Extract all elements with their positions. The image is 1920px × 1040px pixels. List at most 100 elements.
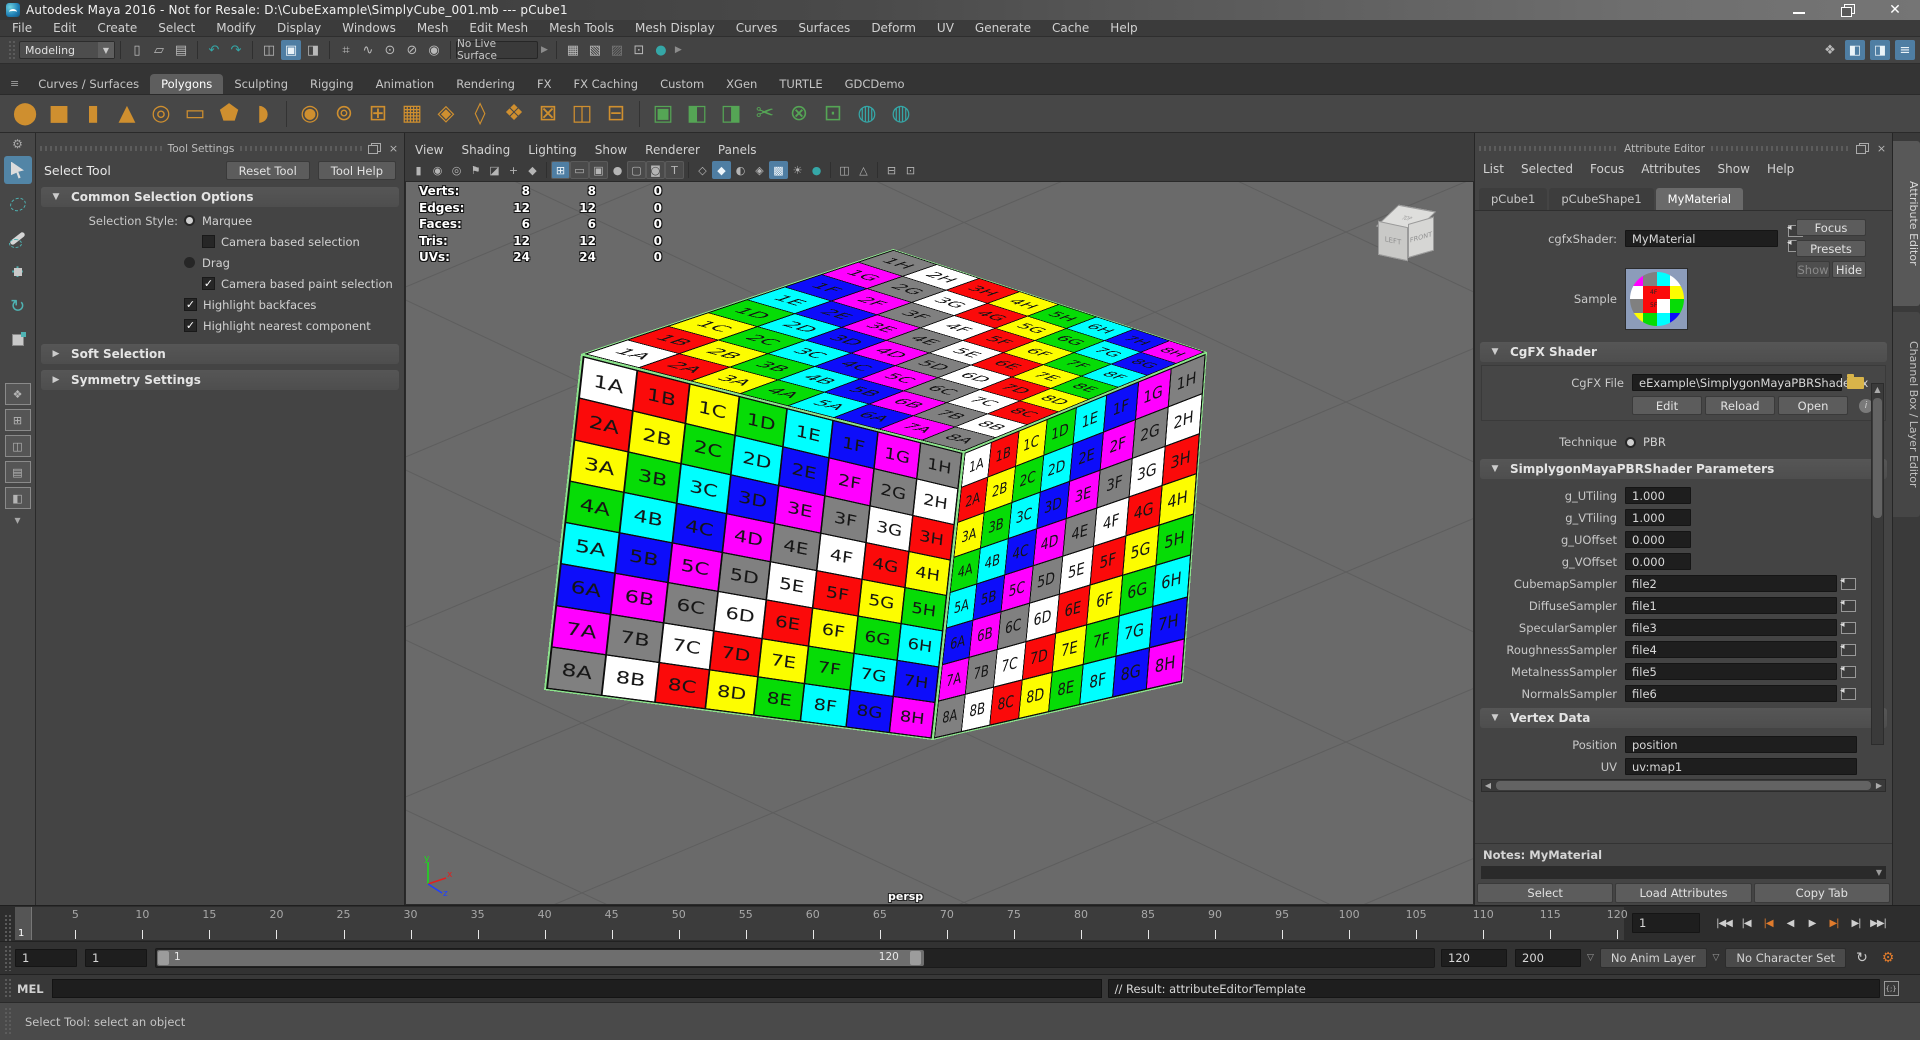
animation-start-field[interactable]: 1 bbox=[15, 949, 77, 967]
section-symmetry-settings[interactable]: ▶ Symmetry Settings bbox=[41, 370, 399, 390]
uv-field[interactable]: uv:map1 bbox=[1625, 758, 1857, 775]
shelf-tab-fx[interactable]: FX bbox=[526, 74, 563, 94]
tool-settings-toggle-icon[interactable]: ◨ bbox=[1870, 40, 1890, 60]
snap-point-icon[interactable]: ⊙ bbox=[380, 40, 400, 60]
ae-menu-item-focus[interactable]: Focus bbox=[1590, 162, 1624, 176]
hypershade-icon[interactable]: ▧ bbox=[585, 40, 605, 60]
menu-item-file[interactable]: File bbox=[12, 21, 32, 35]
ae-menu-item-attributes[interactable]: Attributes bbox=[1641, 162, 1700, 176]
new-scene-icon[interactable]: ▯ bbox=[127, 40, 147, 60]
shelf-tab-custom[interactable]: Custom bbox=[649, 74, 715, 94]
scrollbar-thumb[interactable] bbox=[1496, 781, 1871, 790]
step-forward-frame-button[interactable]: ▶| bbox=[1846, 914, 1866, 934]
poly-torus-icon[interactable]: ◎ bbox=[146, 99, 176, 129]
viewcube-front-face[interactable]: FRONT bbox=[1408, 217, 1434, 258]
marquee-radio[interactable] bbox=[184, 215, 195, 226]
diffusesampler-field[interactable]: file1 bbox=[1625, 597, 1837, 614]
viewport-menu-item-lighting[interactable]: Lighting bbox=[528, 143, 577, 157]
ipr-render-icon[interactable]: ▨ bbox=[607, 40, 627, 60]
layout-outliner-button[interactable]: ▤ bbox=[5, 461, 31, 483]
material-sample-swatch[interactable]: 4F 5F bbox=[1625, 268, 1688, 330]
combine-icon[interactable]: ▦ bbox=[397, 99, 427, 129]
range-grip[interactable] bbox=[4, 945, 11, 971]
shaded-wire-icon[interactable]: ◐ bbox=[731, 161, 750, 179]
ae-tab-mymaterial[interactable]: MyMaterial bbox=[1656, 188, 1743, 210]
maya-shelf-icon-1[interactable]: ◍ bbox=[852, 99, 882, 129]
g_vtiling-field[interactable]: 1.000 bbox=[1625, 509, 1691, 526]
shelf-tab-curves-surfaces[interactable]: Curves / Surfaces bbox=[27, 74, 150, 94]
mirror-icon[interactable]: ◫ bbox=[567, 99, 597, 129]
range-slider-track[interactable]: 1 120 bbox=[155, 948, 1435, 968]
cgfx-file-field[interactable]: eExample\SimplygonMayaPBRShader.fx bbox=[1632, 374, 1842, 391]
notes-field[interactable]: ▼ bbox=[1481, 866, 1886, 879]
reload-button[interactable]: Reload bbox=[1705, 396, 1775, 415]
shelf-tab-turtle[interactable]: TURTLE bbox=[768, 74, 833, 94]
save-scene-icon[interactable]: ▤ bbox=[171, 40, 191, 60]
chevron-down-icon[interactable]: ▼ bbox=[1876, 868, 1886, 877]
layout-extra-button[interactable]: ◧ bbox=[5, 487, 31, 509]
close-panel-icon[interactable]: × bbox=[387, 143, 400, 154]
image-plane-icon[interactable]: ◪ bbox=[485, 161, 504, 179]
auto-keyframe-icon[interactable]: ↻ bbox=[1852, 948, 1872, 968]
modeling-toolkit-toggle-icon[interactable]: ❖ bbox=[1820, 40, 1840, 60]
menu-set-selector[interactable]: Modeling ▼ bbox=[19, 41, 115, 59]
ae-menu-item-list[interactable]: List bbox=[1483, 162, 1504, 176]
float-panel-icon[interactable] bbox=[368, 143, 381, 154]
panel-drag-handle[interactable] bbox=[240, 146, 362, 151]
lasso-select-tool[interactable] bbox=[4, 190, 32, 218]
snap-view-plane-icon[interactable]: ⊘ bbox=[402, 40, 422, 60]
move-tool[interactable]: + bbox=[4, 258, 32, 286]
layout-more-icon[interactable]: ▾ bbox=[14, 513, 20, 527]
cubemapsampler-field[interactable]: file2 bbox=[1625, 575, 1837, 592]
go-to-start-button[interactable]: |◀◀ bbox=[1714, 914, 1734, 934]
shelf-tab-rigging[interactable]: Rigging bbox=[299, 74, 365, 94]
shelf-menu-icon[interactable]: ≡ bbox=[10, 77, 19, 90]
reset-tool-button[interactable]: Reset Tool bbox=[226, 161, 310, 180]
playback-start-field[interactable]: 1 bbox=[85, 949, 147, 967]
gear-icon[interactable]: ⚙ bbox=[12, 137, 23, 151]
live-surface-field[interactable]: No Live Surface bbox=[456, 41, 538, 59]
hide-button[interactable]: Hide bbox=[1832, 261, 1866, 278]
presets-button[interactable]: Presets bbox=[1796, 240, 1866, 257]
edit-button[interactable]: Edit bbox=[1632, 396, 1702, 415]
grease-pencil-icon[interactable]: ◆ bbox=[523, 161, 542, 179]
ae-tab-pcube1[interactable]: pCube1 bbox=[1479, 188, 1547, 210]
select-hierarchy-icon[interactable]: ◫ bbox=[259, 40, 279, 60]
resolution-gate-icon[interactable]: ▣ bbox=[589, 161, 608, 179]
mel-input[interactable] bbox=[52, 979, 1102, 998]
attribute-editor-toggle-icon[interactable]: ◧ bbox=[1845, 40, 1865, 60]
channel-box-strip-tab[interactable]: Channel Box / Layer Editor bbox=[1893, 312, 1920, 517]
shelf-tab-gdcdemo[interactable]: GDCDemo bbox=[834, 74, 916, 94]
field-chart-icon[interactable]: ▢ bbox=[627, 161, 646, 179]
viewcube-left-face[interactable]: LEFT bbox=[1378, 221, 1408, 261]
viewport-menu-item-shading[interactable]: Shading bbox=[461, 143, 510, 157]
exposure-icon[interactable]: ⊟ bbox=[882, 161, 901, 179]
open-button[interactable]: Open bbox=[1778, 396, 1848, 415]
close-button[interactable]: ✕ bbox=[1888, 4, 1902, 16]
viewport-menu-item-view[interactable]: View bbox=[415, 143, 443, 157]
ae-menu-item-selected[interactable]: Selected bbox=[1521, 162, 1573, 176]
default-light-icon[interactable]: ☀ bbox=[788, 161, 807, 179]
step-back-key-button[interactable]: |◀ bbox=[1758, 914, 1778, 934]
animation-end-field[interactable]: 200 bbox=[1515, 949, 1581, 967]
camera-based-paint-selection-checkbox[interactable]: ✓ bbox=[202, 277, 215, 290]
show-button[interactable]: Show bbox=[1796, 261, 1830, 278]
safe-title-icon[interactable]: T bbox=[665, 161, 684, 179]
shelf-tab-fx-caching[interactable]: FX Caching bbox=[562, 74, 649, 94]
multi-cut-icon[interactable]: ◈ bbox=[431, 99, 461, 129]
xray-icon[interactable]: ◫ bbox=[835, 161, 854, 179]
highlight-backfaces-checkbox[interactable]: ✓ bbox=[184, 298, 197, 311]
load-attributes-button[interactable]: Load Attributes bbox=[1615, 883, 1751, 903]
uv-auto-icon[interactable]: ◨ bbox=[716, 99, 746, 129]
drag-radio[interactable] bbox=[184, 257, 195, 268]
shelf-tab-polygons[interactable]: Polygons bbox=[150, 74, 223, 94]
shaded-mode-icon[interactable]: ◆ bbox=[712, 161, 731, 179]
connection-icon[interactable] bbox=[1841, 578, 1856, 590]
menu-item-mesh[interactable]: Mesh bbox=[417, 21, 449, 35]
viewport-canvas[interactable]: Verts:880Edges:12120Faces:660Tris:12120U… bbox=[405, 181, 1474, 905]
scroll-left-icon[interactable]: ◀ bbox=[1482, 781, 1494, 790]
ae-tab-pcubeshape1[interactable]: pCubeShape1 bbox=[1549, 188, 1653, 210]
menu-item-display[interactable]: Display bbox=[277, 21, 321, 35]
highlight-nearest-component-checkbox[interactable]: ✓ bbox=[184, 319, 197, 332]
menu-item-deform[interactable]: Deform bbox=[871, 21, 916, 35]
